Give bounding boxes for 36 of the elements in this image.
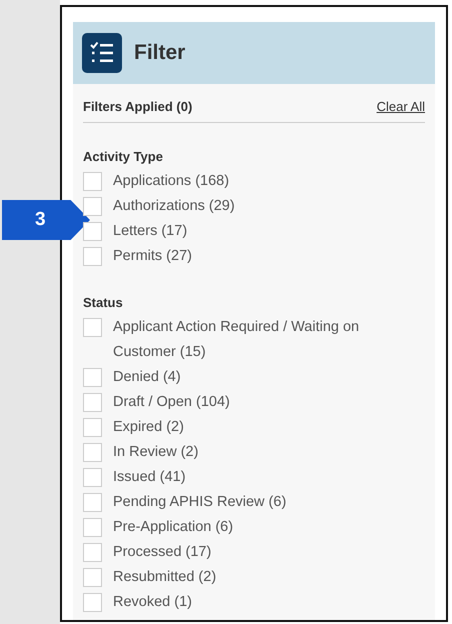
option-label: Draft / Open (104): [113, 393, 230, 412]
option-label: Revoked (1): [113, 593, 192, 612]
checkbox[interactable]: [83, 443, 102, 462]
option-label: Authorizations (29): [113, 197, 235, 216]
option-label: Issued (41): [113, 468, 186, 487]
option-label: Pre-Application (6): [113, 518, 234, 537]
filters-applied-label: Filters Applied (0): [83, 99, 192, 114]
checkbox[interactable]: [83, 493, 102, 512]
panel-title: Filter: [134, 41, 186, 65]
option-label: Letters (17): [113, 222, 188, 241]
checkbox[interactable]: [83, 568, 102, 587]
checkbox[interactable]: [83, 543, 102, 562]
checkbox[interactable]: [83, 368, 102, 387]
clear-all-link[interactable]: Clear All: [376, 99, 425, 114]
option-label: Applications (168): [113, 172, 230, 191]
checklist-icon: [82, 33, 122, 73]
option-label: Expired (2): [113, 418, 184, 437]
group-heading: Status: [83, 295, 123, 310]
checkbox[interactable]: [83, 222, 102, 241]
checkbox[interactable]: [83, 172, 102, 191]
group-heading: Activity Type: [83, 149, 163, 164]
option-label: Processed (17): [113, 543, 212, 562]
checkbox[interactable]: [83, 318, 102, 337]
option-label: Pending APHIS Review (6): [113, 493, 286, 512]
option-label: Resubmitted (2): [113, 568, 216, 587]
checkbox[interactable]: [83, 468, 102, 487]
checkbox[interactable]: [83, 418, 102, 437]
option-label: Denied (4): [113, 368, 181, 387]
checkbox[interactable]: [83, 197, 102, 216]
option-label: Applicant Action Required / Waiting on Customer (15): [113, 318, 360, 362]
checkbox[interactable]: [83, 393, 102, 412]
option-label: In Review (2): [113, 443, 198, 462]
checkbox[interactable]: [83, 593, 102, 612]
option-label: Permits (27): [113, 247, 192, 266]
checkbox[interactable]: [83, 518, 102, 537]
checkbox[interactable]: [83, 247, 102, 266]
